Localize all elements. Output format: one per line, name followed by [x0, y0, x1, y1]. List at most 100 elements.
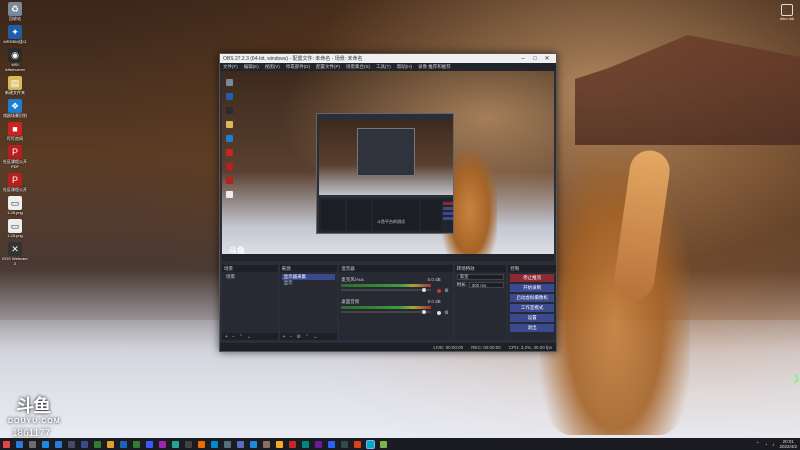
start-recording-button[interactable]: 开始录制	[510, 284, 554, 292]
taskbar-app-icon[interactable]	[289, 440, 296, 448]
nested-preview	[319, 120, 453, 195]
menu-profile[interactable]: 配置文件(P)	[316, 64, 340, 70]
menu-scene-collection[interactable]: 场景集合(S)	[346, 64, 370, 70]
gear-icon[interactable]: ⚙	[297, 334, 301, 340]
taskbar-app-icon[interactable]	[302, 440, 309, 448]
studio-mode-button[interactable]: 工作室模式	[510, 304, 554, 312]
menu-help[interactable]: 帮助(H)	[397, 64, 412, 70]
taskbar-app-icon[interactable]	[68, 440, 75, 448]
remove-icon[interactable]: −	[232, 334, 235, 340]
gear-icon[interactable]: ⚙	[444, 288, 448, 294]
clock[interactable]: 20:01 2022/4/2	[779, 439, 797, 449]
preview-canvas[interactable]: 斗鱼平台的测试 斗鱼	[222, 71, 554, 254]
menu-tools[interactable]: 工具(T)	[376, 64, 391, 70]
taskbar-app-icon[interactable]	[328, 440, 335, 448]
taskbar-app-icon[interactable]	[159, 440, 166, 448]
obs-titlebar[interactable]: OBS 27.2.3 (64-bit, windows) - 配置文件: 未命名…	[220, 54, 556, 63]
desktop-icon-app[interactable]: ✦ MRDBM战斗	[2, 25, 28, 44]
slider-knob[interactable]	[422, 310, 427, 314]
remove-icon[interactable]: −	[290, 334, 293, 340]
wallpaper-house	[575, 35, 800, 145]
desktop-icon-pdf[interactable]: P 社区课程公开	[2, 173, 28, 192]
move-down-icon[interactable]: ⌄	[247, 334, 251, 340]
maximize-icon[interactable]: □	[529, 56, 541, 62]
network-icon[interactable]: ◔	[765, 442, 768, 447]
preview-desktop-icon	[226, 107, 233, 114]
taskbar-app-icon[interactable]	[341, 440, 348, 448]
taskbar-app-icon[interactable]	[29, 440, 36, 448]
desktop-icon-afterburner[interactable]: ◉ MSI Afterburner	[2, 48, 28, 72]
desktop-icon-app[interactable]: ■ 叮叮房间	[2, 122, 28, 141]
taskbar-app-icon[interactable]	[380, 440, 387, 448]
menu-view[interactable]: 视图(V)	[265, 64, 280, 70]
volume-slider[interactable]	[341, 310, 432, 314]
desktop-icon-pdf[interactable]: P 社区课程公开 PDF	[2, 145, 28, 169]
start-virtual-camera-button[interactable]: 启动虚拟摄像机	[510, 294, 554, 302]
taskbar-app-icon[interactable]	[211, 440, 218, 448]
desktop-icon-right[interactable]: intro.lnk	[776, 4, 798, 21]
menu-bar: 文件(F) 编辑(E) 视图(V) 停靠部件(D) 配置文件(P) 场景集合(S…	[220, 63, 556, 71]
transition-select[interactable]: 渐变	[456, 274, 505, 280]
desktop-icon-webcam[interactable]: ✕ EOS Webcam 2	[2, 242, 28, 266]
menu-docks[interactable]: 停靠部件(D)	[286, 64, 310, 70]
taskbar-app-icon[interactable]	[224, 440, 231, 448]
desktop-icon-folder[interactable]: ▤ 新建文件夹	[2, 76, 28, 95]
menu-edit[interactable]: 编辑(E)	[244, 64, 259, 70]
taskbar-app-icon[interactable]	[250, 440, 257, 448]
move-down-icon[interactable]: ⌄	[313, 334, 317, 340]
taskbar-app-icon[interactable]	[55, 440, 62, 448]
taskbar-app-icon[interactable]	[81, 440, 88, 448]
taskbar-app-icon[interactable]	[276, 440, 283, 448]
speaker-icon[interactable]: ♪	[772, 442, 774, 447]
taskbar-app-icon[interactable]	[366, 439, 375, 449]
taskbar-app-icon[interactable]	[120, 440, 127, 448]
desktop-icon-image[interactable]: ▭ 1.28.png	[2, 196, 28, 215]
scene-item[interactable]: 场景	[224, 274, 276, 280]
taskbar: ⌃ ◔ ♪ 20:01 2022/4/2	[0, 438, 800, 450]
menu-extra[interactable]: 录像 推荐和推荐	[418, 64, 451, 70]
move-up-icon[interactable]: ⌃	[239, 334, 243, 340]
close-icon[interactable]: ✕	[541, 55, 553, 62]
add-icon[interactable]: +	[283, 334, 286, 340]
desktop-icon-image[interactable]: ▭ 1.28.png	[2, 219, 28, 238]
speaker-icon[interactable]	[437, 311, 442, 315]
move-up-icon[interactable]: ⌃	[305, 334, 309, 340]
controls-header: 控制	[508, 265, 556, 272]
taskbar-app-icon[interactable]	[237, 440, 244, 448]
pdf-icon: P	[8, 145, 22, 159]
taskbar-app-icon[interactable]	[3, 440, 10, 448]
taskbar-app-icon[interactable]	[42, 440, 49, 448]
exit-button[interactable]: 退出	[510, 324, 554, 332]
add-icon[interactable]: +	[225, 334, 228, 340]
duration-input[interactable]: 300 ms	[468, 282, 505, 288]
menu-file[interactable]: 文件(F)	[223, 64, 238, 70]
source-item[interactable]: 显示	[282, 280, 336, 286]
stop-streaming-button[interactable]: 停止推流	[510, 274, 554, 282]
settings-button[interactable]: 设置	[510, 314, 554, 322]
taskbar-app-icon[interactable]	[263, 440, 270, 448]
desktop-icon-app[interactable]: ❖ 戏剧场景识别	[2, 99, 28, 118]
taskbar-app-icon[interactable]	[146, 440, 153, 448]
taskbar-app-icon[interactable]	[133, 440, 140, 448]
volume-meter	[341, 284, 432, 287]
taskbar-app-icon[interactable]	[16, 440, 23, 448]
desktop-icon-recycle-bin[interactable]: ♻ 回收站	[2, 2, 28, 21]
slider-knob[interactable]	[422, 288, 427, 292]
taskbar-app-icon[interactable]	[94, 440, 101, 448]
taskbar-app-icon[interactable]	[172, 440, 179, 448]
gear-icon[interactable]: ⚙	[444, 310, 448, 316]
minimize-icon[interactable]: –	[517, 56, 529, 62]
taskbar-app-icon[interactable]	[315, 440, 322, 448]
mute-icon[interactable]	[437, 289, 442, 293]
app-icon: ✦	[8, 25, 22, 39]
taskbar-app-icon[interactable]	[198, 440, 205, 448]
image-icon: ▭	[8, 219, 22, 233]
taskbar-app-icon[interactable]	[354, 440, 361, 448]
taskbar-app-icon[interactable]	[107, 440, 114, 448]
sources-header: 来源	[279, 265, 338, 272]
volume-slider[interactable]	[341, 288, 432, 292]
chevron-up-icon[interactable]: ⌃	[756, 441, 760, 447]
clock-date: 2022/4/2	[779, 444, 797, 449]
chevron-right-icon[interactable]: ❯	[793, 374, 800, 383]
taskbar-app-icon[interactable]	[185, 440, 192, 448]
